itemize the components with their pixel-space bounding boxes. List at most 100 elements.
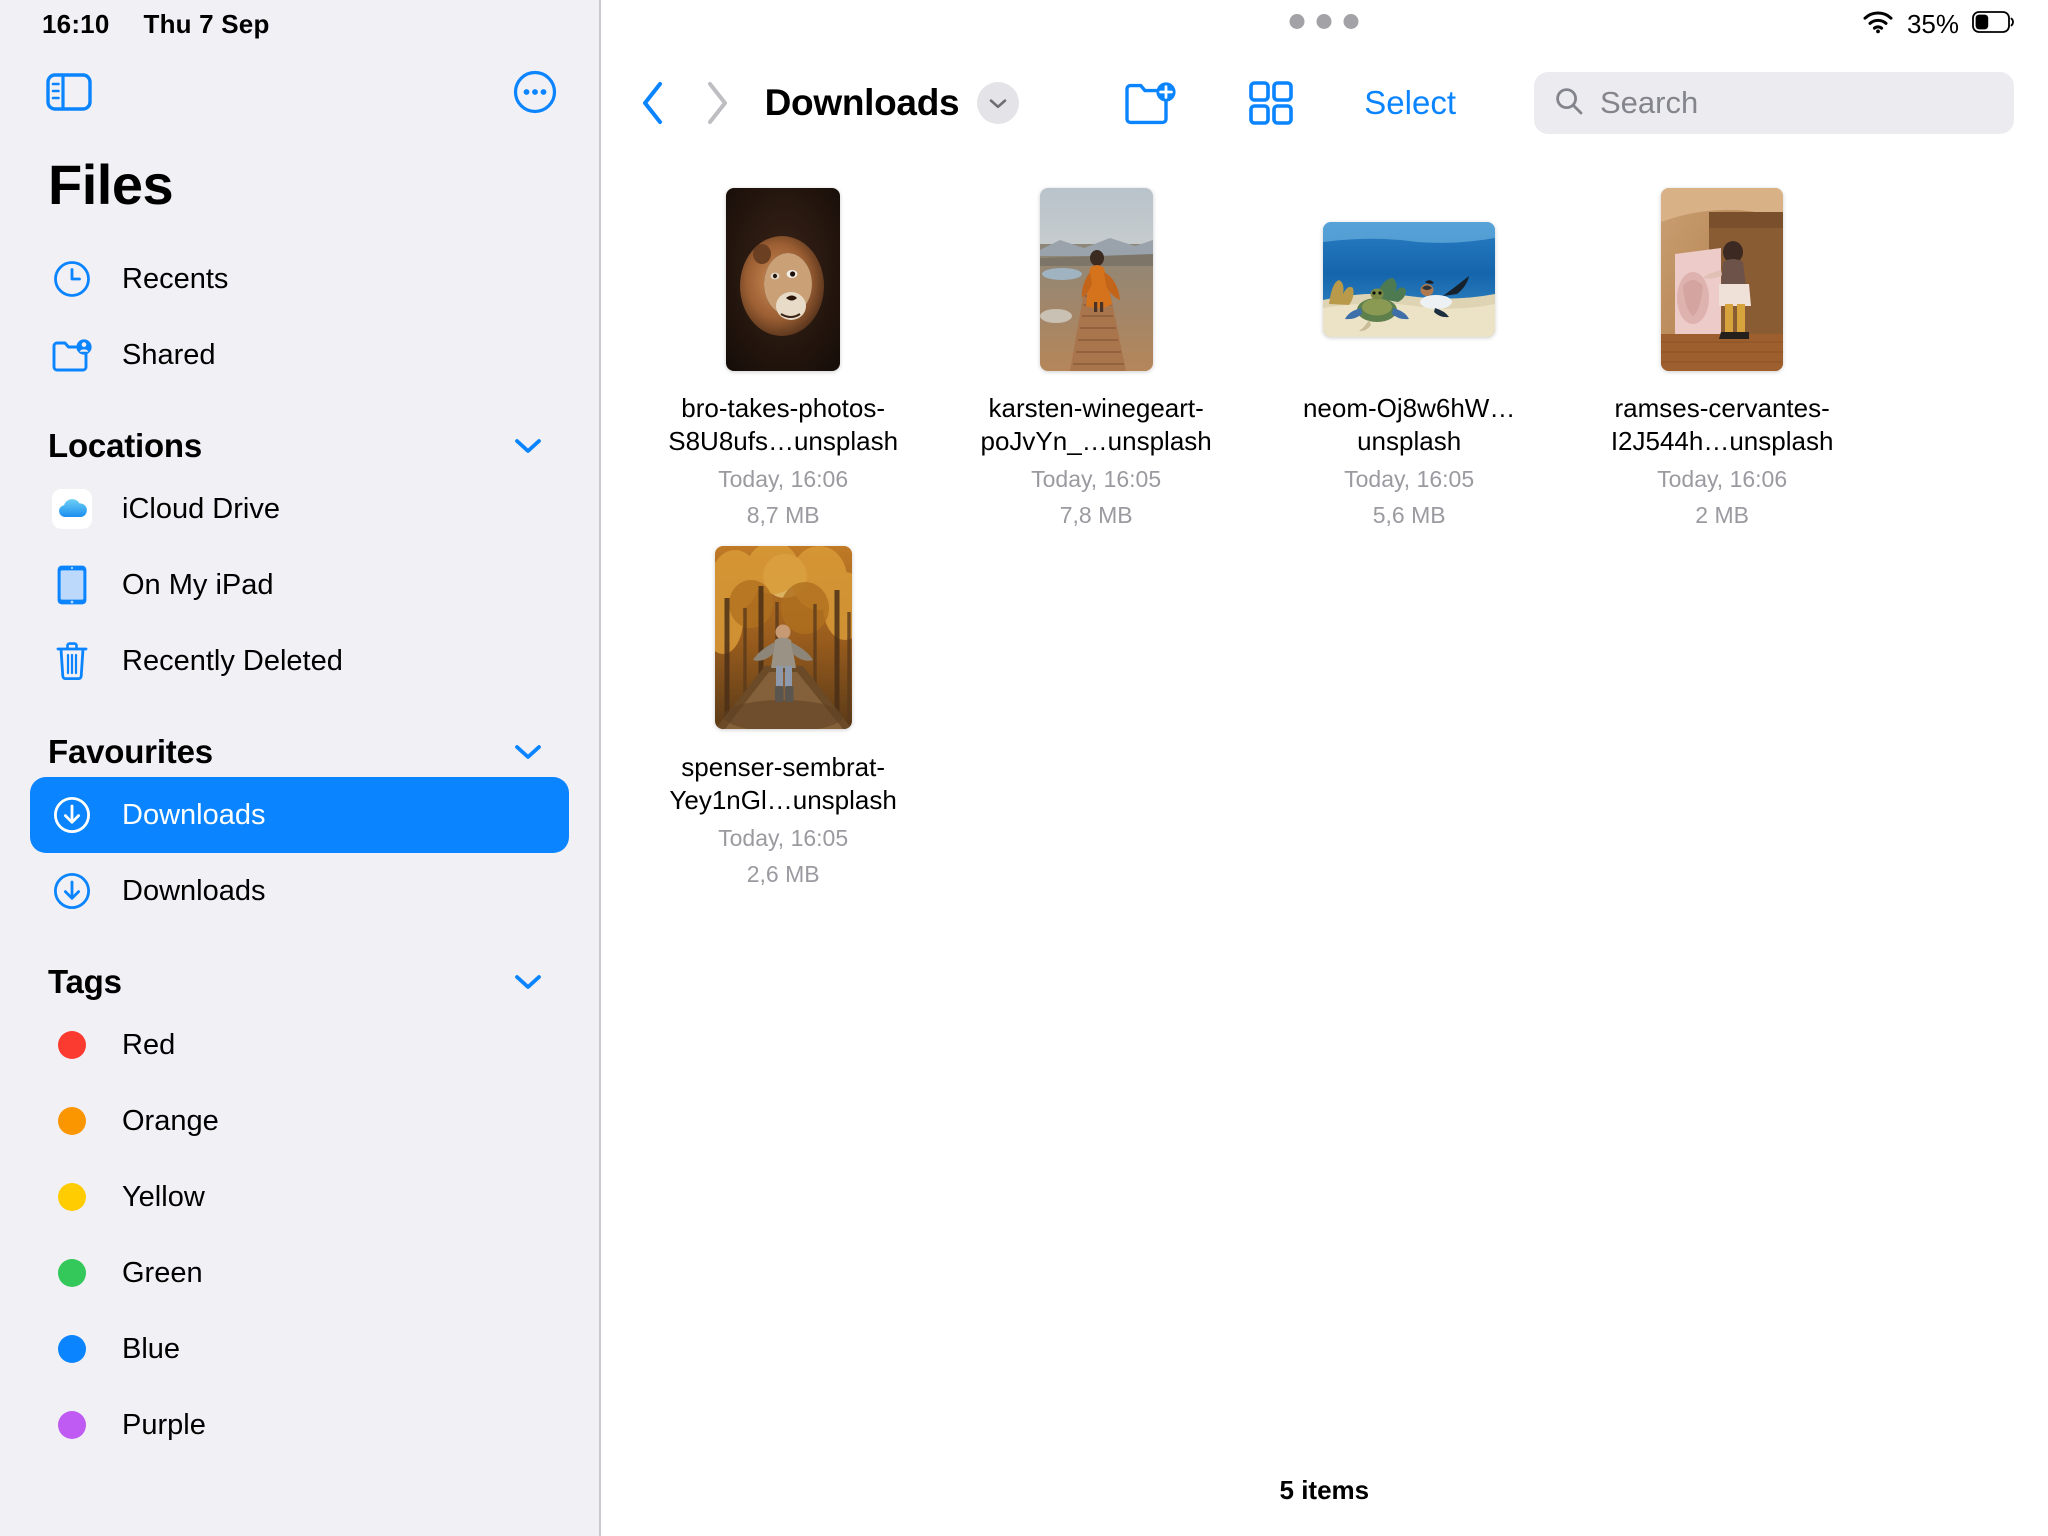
sidebar-item-recents[interactable]: Recents [30,241,569,317]
file-size: 5,6 MB [1372,502,1446,529]
trash-icon [50,640,94,682]
sidebar-item-label: Green [122,1256,203,1289]
toolbar-actions [1124,80,1294,126]
sidebar-item-on-my-ipad[interactable]: On My iPad [30,547,569,623]
tag-dot-icon [50,1335,94,1363]
file-thumbnail-interior [1661,187,1784,371]
tag-dot-icon [50,1183,94,1211]
file-grid: bro-takes-photos-S8U8ufs…unsplash Today,… [601,158,2048,890]
sidebar-item-label: Blue [122,1332,181,1365]
tag-dot-icon [50,1031,94,1059]
clock-icon [50,259,94,299]
file-name: karsten-winegeart-poJvYn_…unsplash [980,393,1212,457]
file-date: Today, 16:06 [1657,466,1788,493]
thumbnail-container [726,186,841,372]
sidebar-item-tag-purple[interactable]: Purple [30,1387,569,1463]
icloud-drive-icon [50,488,94,530]
sidebar-item-tag-red[interactable]: Red [30,1007,569,1083]
section-title: Tags [48,963,122,1000]
sidebar-item-label: iCloud Drive [122,492,280,525]
chevron-down-icon[interactable] [513,742,543,762]
section-header-tags: Tags [0,929,599,1007]
wifi-icon [1862,10,1894,39]
chevron-down-icon[interactable] [977,82,1020,124]
nav-buttons [625,80,731,126]
file-thumbnail-boardwalk [1039,187,1153,371]
file-size: 2,6 MB [746,861,820,888]
thumbnail-container [1323,186,1496,372]
sidebar-item-tag-green[interactable]: Green [30,1235,569,1311]
battery-icon [1972,10,2014,38]
file-name: bro-takes-photos-S8U8ufs…unsplash [668,393,899,457]
sidebar-item-icloud-drive[interactable]: iCloud Drive [30,471,569,547]
sidebar-item-label: Shared [122,338,216,371]
files-app-window: 16:10 Thu 7 Sep Files Recents Shared Loc… [0,0,2048,1536]
shared-folder-icon [50,336,94,374]
file-date: Today, 16:06 [718,466,849,493]
status-bar-right: 35% [601,0,2048,48]
file-item[interactable]: spenser-sembrat-Yey1nGl…unsplash Today, … [627,531,940,890]
file-size: 7,8 MB [1059,502,1133,529]
status-time: 16:10 [42,8,110,39]
battery-percent-label: 35% [1906,8,1959,39]
chevron-down-icon[interactable] [513,972,543,992]
sidebar-item-tag-blue[interactable]: Blue [30,1311,569,1387]
status-bar-left: 16:10 Thu 7 Sep [0,0,599,48]
sidebar-item-label: Recents [122,262,229,295]
sidebar-item-recently-deleted[interactable]: Recently Deleted [30,623,569,699]
file-item[interactable]: bro-takes-photos-S8U8ufs…unsplash Today,… [627,172,940,531]
sidebar-item-downloads[interactable]: Downloads [30,853,569,929]
file-thumbnail-autumn [714,546,852,730]
file-date: Today, 16:05 [1344,466,1475,493]
sidebar-item-label: Downloads [122,798,266,831]
select-button[interactable]: Select [1364,84,1456,122]
sidebar-item-shared[interactable]: Shared [30,317,569,393]
sidebar-toggle-icon[interactable] [46,73,92,111]
sidebar-item-label: Downloads [122,874,266,907]
search-placeholder: Search [1600,85,1699,120]
sidebar-top-row [0,48,599,114]
sidebar-quick-list: Recents Shared [0,217,599,393]
file-size: 2 MB [1695,502,1749,529]
file-name: neom-Oj8w6hW…unsplash [1302,393,1516,457]
chevron-right-icon[interactable] [705,80,731,126]
search-icon [1554,86,1584,121]
section-header-locations: Locations [0,393,599,471]
content-pane: 35% Downloads Select Search bro-takes-ph… [600,0,2048,1536]
tag-dot-icon [50,1411,94,1439]
sidebar-item-downloads-selected[interactable]: Downloads [30,777,569,853]
item-count-label: 5 items [1279,1474,1370,1505]
sidebar-item-label: Red [122,1028,176,1061]
thumbnail-container [1039,186,1153,372]
section-title: Favourites [48,733,213,770]
sidebar-item-label: On My iPad [122,568,274,601]
more-ellipsis-icon[interactable] [513,70,557,114]
toolbar: Downloads Select Search [601,48,2048,158]
folder-title-group[interactable]: Downloads [765,82,1020,124]
file-name: ramses-cervantes-I2J544h…unsplash [1610,393,1834,457]
grid-view-icon[interactable] [1248,80,1294,126]
sidebar-item-label: Purple [122,1408,206,1441]
sidebar-item-tag-orange[interactable]: Orange [30,1083,569,1159]
footer-status: 5 items [601,1444,2048,1536]
new-folder-icon[interactable] [1124,80,1178,126]
search-input[interactable]: Search [1534,72,2014,134]
file-name: spenser-sembrat-Yey1nGl…unsplash [669,751,897,815]
page-title: Files [48,153,174,216]
file-item[interactable]: neom-Oj8w6hW…unsplash Today, 16:05 5,6 M… [1253,172,1566,531]
multitasking-control-icon[interactable] [1289,14,1359,29]
chevron-down-icon[interactable] [513,436,543,456]
section-header-favourites: Favourites [0,699,599,777]
chevron-left-icon[interactable] [639,80,665,126]
status-date: Thu 7 Sep [143,8,270,39]
sidebar-item-tag-yellow[interactable]: Yellow [30,1159,569,1235]
sidebar-item-label: Yellow [122,1180,205,1213]
file-item[interactable]: ramses-cervantes-I2J544h…unsplash Today,… [1566,172,1879,531]
thumbnail-container [714,545,852,731]
sidebar-item-label: Recently Deleted [122,644,343,677]
file-item[interactable]: karsten-winegeart-poJvYn_…unsplash Today… [940,172,1253,531]
tag-dot-icon [50,1259,94,1287]
file-size: 8,7 MB [746,502,820,529]
file-date: Today, 16:05 [718,824,849,851]
thumbnail-container [1661,186,1784,372]
